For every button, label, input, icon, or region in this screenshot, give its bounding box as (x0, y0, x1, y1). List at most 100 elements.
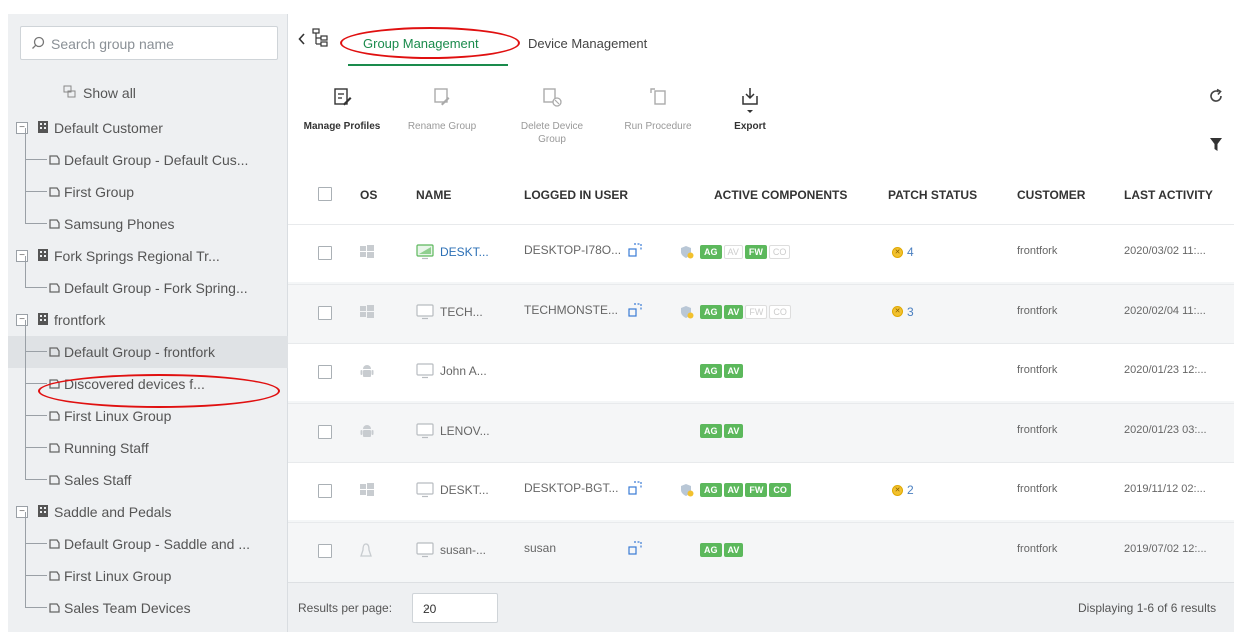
filter-icon[interactable] (1210, 138, 1222, 157)
windows-icon (360, 245, 374, 262)
tab-bar: Group Management Device Management (288, 14, 1234, 66)
run-procedure-button[interactable]: Run Procedure (616, 86, 700, 133)
tree-group-item[interactable]: Sales Team Devices (8, 576, 288, 624)
delete-group-icon (543, 88, 562, 107)
col-logged-in-user[interactable]: LOGGED IN USER (524, 188, 628, 202)
group-icon (48, 409, 60, 425)
group-icon (48, 281, 60, 297)
manage-profiles-button[interactable]: Manage Profiles (302, 86, 382, 133)
device-name[interactable]: LENOV... (440, 424, 490, 438)
search-box[interactable] (20, 26, 278, 60)
row-checkbox[interactable] (318, 543, 332, 558)
tree-group-item[interactable]: First Linux Group (8, 384, 288, 432)
table-row[interactable]: LENOV... AG AV frontfork 2020/01/23 03:... (288, 402, 1234, 461)
tree-item-label: First Group (64, 184, 135, 200)
component-badge: AG (700, 304, 722, 319)
row-checkbox[interactable] (318, 484, 332, 498)
device-name[interactable]: TECH... (440, 305, 483, 319)
rename-group-button[interactable]: Rename Group (402, 86, 482, 133)
device-name[interactable]: susan-... (440, 543, 486, 557)
tree-item-label: Fork Springs Regional Tr... (54, 248, 220, 264)
group-tree-icon[interactable] (312, 28, 328, 53)
col-last-activity[interactable]: LAST ACTIVITY (1124, 188, 1213, 202)
patch-status[interactable]: ✕ 4 (892, 245, 914, 259)
device-name[interactable]: DESKT... (440, 483, 489, 497)
active-components: AG AV (700, 364, 744, 378)
tree-customer-item[interactable]: − Fork Springs Regional Tr... (8, 240, 288, 272)
component-badge: AV (723, 304, 744, 319)
row-checkbox[interactable] (318, 246, 332, 260)
device-icon (416, 363, 434, 382)
linux-icon (360, 542, 372, 562)
remote-control-icon[interactable] (628, 302, 642, 320)
delete-device-group-button[interactable]: Delete Device Group (512, 86, 592, 146)
col-customer[interactable]: CUSTOMER (1017, 188, 1085, 202)
row-checkbox[interactable] (318, 424, 332, 439)
windows-icon (360, 483, 374, 500)
tree-group-item[interactable]: First Linux Group (8, 544, 288, 592)
remote-control-icon[interactable] (628, 481, 642, 498)
remote-control-icon[interactable] (628, 243, 642, 260)
search-group-input[interactable] (51, 33, 271, 55)
tree-group-item[interactable]: Default Group - Fork Spring... (8, 256, 288, 304)
active-components: AG AV (700, 542, 744, 557)
active-components: AG AV (700, 423, 744, 438)
device-name[interactable]: DESKT... (440, 245, 489, 259)
tab-device-management[interactable]: Device Management (528, 36, 647, 51)
col-active-components[interactable]: ACTIVE COMPONENTS (714, 188, 847, 202)
toolbar: Manage Profiles Rename Group Delete Devi… (288, 66, 1234, 166)
remote-control-icon[interactable] (628, 540, 642, 558)
tree-group-item[interactable]: Running Staff (8, 416, 288, 464)
refresh-icon[interactable] (1208, 88, 1224, 109)
tree-group-item[interactable]: Samsung Phones (8, 192, 288, 240)
customer-name: frontfork (1017, 423, 1058, 436)
tree-item-label: Default Group - frontfork (64, 344, 215, 360)
tree-customer-item[interactable]: − frontfork (8, 304, 288, 336)
component-badge: AG (700, 542, 722, 557)
delete-device-group-label-2: Group (538, 134, 566, 145)
tree-connector (25, 384, 47, 416)
tree-group-item[interactable]: Default Group - Default Cus... (8, 128, 288, 176)
tree-customer-item[interactable]: − Default Customer (8, 112, 288, 144)
active-components: AG AV FW CO (700, 245, 791, 259)
col-patch-status[interactable]: PATCH STATUS (888, 188, 977, 202)
tree-connector (25, 416, 47, 448)
col-os[interactable]: OS (360, 188, 377, 202)
manage-profiles-label: Manage Profiles (303, 121, 381, 132)
tree-group-item[interactable]: Sales Staff (8, 448, 288, 496)
last-activity: 2019/11/12 02:... (1124, 483, 1206, 495)
table-row[interactable]: DESKT... DESKTOP-I78O... AG AV FW CO ✕ 4 frontfo… (288, 224, 1234, 282)
row-checkbox[interactable] (318, 305, 332, 320)
last-activity: 2020/01/23 12:... (1124, 364, 1207, 376)
tree-group-item[interactable]: Default Group - frontfork (8, 320, 288, 368)
tree-customer-item[interactable]: − Saddle and Pedals (8, 496, 288, 528)
device-name[interactable]: John A... (440, 364, 487, 378)
tree-group-item[interactable]: Default Group - Saddle and ... (8, 512, 288, 560)
col-name[interactable]: NAME (416, 188, 451, 202)
security-shield-icon (680, 483, 694, 500)
table-row[interactable]: susan-... susan AG AV frontfork 2019/07/02 12… (288, 521, 1234, 580)
security-shield-icon (680, 305, 694, 322)
customer-name: frontfork (1017, 245, 1058, 257)
group-icon (48, 473, 60, 489)
component-badge: AG (700, 483, 722, 497)
table-row[interactable]: John A... AG AV frontfork 2020/01/23 12:... (288, 343, 1234, 401)
tree-group-item[interactable]: Discovered devices f... (8, 352, 288, 400)
table-row[interactable]: DESKT... DESKTOP-BGT... AG AV FW CO ✕ 2 frontfor… (288, 462, 1234, 520)
table-footer: Results per page: 20 ⌄ Displaying 1-6 of… (288, 582, 1234, 632)
row-checkbox[interactable] (318, 365, 332, 379)
patch-status[interactable]: ✕ 3 (892, 305, 914, 319)
tree-connector (25, 512, 47, 544)
tree-item-label: Default Group - Default Cus... (64, 152, 249, 168)
table-row[interactable]: TECH... TECHMONSTE... AG AV FW CO ✕ 3 frontfork 2… (288, 283, 1234, 342)
patch-status[interactable]: ✕ 2 (892, 483, 914, 497)
export-label: Export (734, 121, 766, 132)
collapse-sidebar-icon[interactable] (298, 32, 306, 50)
show-all-link[interactable]: Show all (8, 82, 287, 106)
tree-connector (25, 448, 47, 480)
export-button[interactable]: Export (720, 86, 780, 133)
tree-connector (25, 352, 47, 384)
tree-group-item[interactable]: First Group (8, 160, 288, 208)
results-per-page-select[interactable]: 20 ⌄ (412, 593, 498, 623)
select-all-checkbox[interactable] (318, 187, 332, 201)
